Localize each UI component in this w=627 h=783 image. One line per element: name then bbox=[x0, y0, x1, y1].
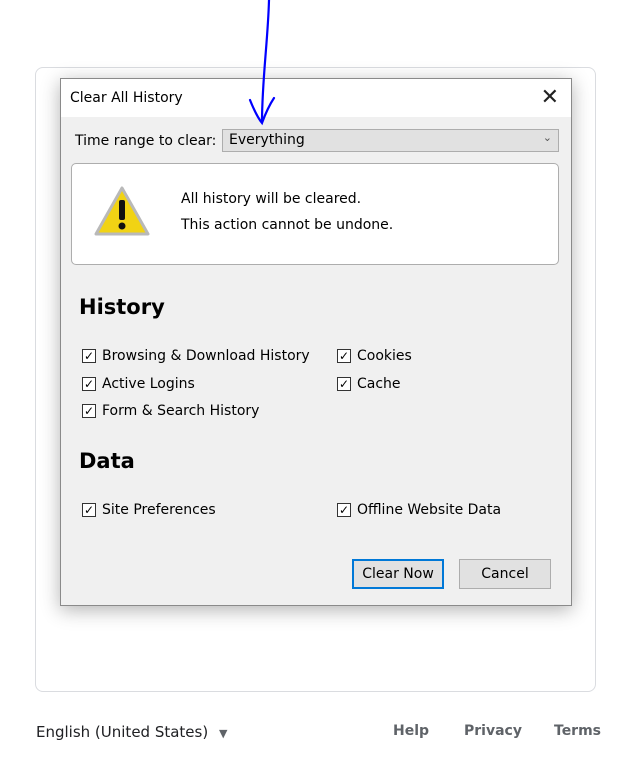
checkbox-cache[interactable]: ✓ Cache bbox=[337, 376, 401, 392]
clear-now-button[interactable]: Clear Now bbox=[352, 559, 444, 589]
checkbox-cookies[interactable]: ✓ Cookies bbox=[337, 348, 412, 364]
annotation-arrow bbox=[248, 0, 276, 126]
terms-link[interactable]: Terms bbox=[554, 723, 601, 739]
cancel-button[interactable]: Cancel bbox=[459, 559, 551, 589]
checkbox-offline-website-data[interactable]: ✓ Offline Website Data bbox=[337, 502, 501, 518]
checkbox-icon[interactable]: ✓ bbox=[82, 404, 96, 418]
checkbox-label: Form & Search History bbox=[102, 403, 260, 419]
warning-line-1: All history will be cleared. bbox=[181, 191, 362, 207]
checkbox-icon[interactable]: ✓ bbox=[337, 349, 351, 363]
checkbox-icon[interactable]: ✓ bbox=[82, 349, 96, 363]
checkbox-label: Cache bbox=[357, 376, 401, 392]
checkbox-site-preferences[interactable]: ✓ Site Preferences bbox=[82, 502, 216, 518]
privacy-link[interactable]: Privacy bbox=[464, 723, 522, 739]
data-heading: Data bbox=[79, 449, 135, 473]
warning-box: All history will be cleared. This action… bbox=[71, 163, 559, 265]
checkbox-label: Active Logins bbox=[102, 376, 195, 392]
language-selector[interactable]: English (United States) ▼ bbox=[36, 723, 227, 741]
checkbox-form-search-history[interactable]: ✓ Form & Search History bbox=[82, 403, 259, 419]
checkbox-icon[interactable]: ✓ bbox=[337, 503, 351, 517]
checkbox-label: Browsing & Download History bbox=[102, 348, 310, 364]
checkbox-browsing-history[interactable]: ✓ Browsing & Download History bbox=[82, 348, 310, 364]
language-label: English (United States) bbox=[36, 723, 209, 741]
clear-history-dialog: Clear All History ✕ Time range to clear:… bbox=[60, 78, 572, 606]
checkbox-icon[interactable]: ✓ bbox=[337, 377, 351, 391]
warning-line-2: This action cannot be undone. bbox=[181, 217, 394, 233]
warning-icon bbox=[94, 186, 150, 236]
history-heading: History bbox=[79, 295, 165, 319]
checkbox-label: Site Preferences bbox=[102, 502, 216, 518]
checkbox-icon[interactable]: ✓ bbox=[82, 377, 96, 391]
help-link[interactable]: Help bbox=[393, 723, 429, 739]
checkbox-icon[interactable]: ✓ bbox=[82, 503, 96, 517]
checkbox-active-logins[interactable]: ✓ Active Logins bbox=[82, 376, 195, 392]
checkbox-label: Cookies bbox=[357, 348, 412, 364]
dropdown-arrow-icon: ▼ bbox=[219, 727, 228, 740]
checkbox-label: Offline Website Data bbox=[357, 502, 502, 518]
